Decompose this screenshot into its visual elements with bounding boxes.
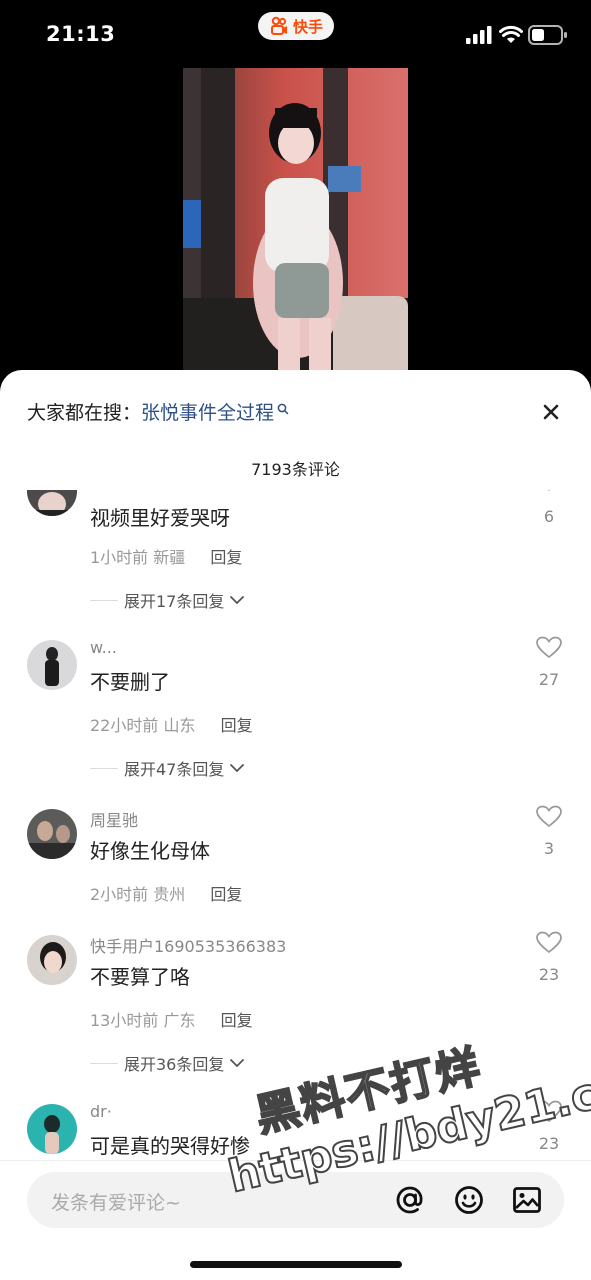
- comment-username[interactable]: 快手用户1690535366383: [90, 933, 286, 957]
- battery-icon: [528, 25, 567, 45]
- avatar-image: [27, 640, 77, 690]
- video-preview[interactable]: [183, 68, 408, 380]
- comment-meta: 2小时前 贵州 回复: [90, 881, 242, 905]
- avatar-image: [27, 490, 77, 516]
- like-count: 23: [538, 965, 560, 984]
- comment-location: 广东: [163, 1011, 196, 1030]
- comment-location: 新疆: [153, 548, 186, 567]
- like-icon[interactable]: [535, 805, 563, 829]
- comment-username[interactable]: 周星驰: [90, 807, 138, 831]
- avatar-image: [27, 935, 77, 985]
- video-frame-image: [183, 68, 408, 380]
- comment-time: 13小时前: [90, 1011, 159, 1030]
- divider: [90, 767, 118, 769]
- search-icon: [277, 403, 289, 414]
- divider: [90, 599, 118, 601]
- like-count: 6: [543, 507, 555, 526]
- expand-replies-label: 展开36条回复: [124, 1055, 225, 1074]
- divider: [90, 1062, 118, 1064]
- search-suggestion-term[interactable]: 张悦事件全过程: [141, 398, 274, 425]
- like-icon[interactable]: [535, 490, 563, 494]
- comment-list[interactable]: 视频里好爱哭呀 1小时前 新疆 回复 展开17条回复 6 w... 不要删了 2…: [0, 490, 591, 1160]
- comment-meta: 22小时前 山东 回复: [90, 712, 253, 736]
- app-name: 快手: [292, 17, 323, 36]
- like-count: 3: [543, 839, 555, 858]
- avatar[interactable]: [27, 640, 77, 690]
- comment-text: 不要删了: [90, 670, 170, 694]
- close-icon: [543, 404, 559, 420]
- reply-button[interactable]: 回复: [210, 885, 242, 904]
- like-count: 23: [538, 1134, 560, 1153]
- avatar[interactable]: [27, 1104, 77, 1154]
- search-suggestion[interactable]: 大家都在搜： 张悦事件全过程: [27, 398, 289, 425]
- comment-meta: 13小时前 广东 回复: [90, 1007, 253, 1031]
- expand-replies-button[interactable]: 展开36条回复: [90, 1051, 245, 1075]
- chevron-down-icon: [230, 1058, 245, 1067]
- emoji-icon[interactable]: [453, 1184, 485, 1216]
- comment-count: 7193条评论: [251, 460, 340, 479]
- like-icon[interactable]: [535, 1100, 563, 1124]
- comment-time: 2小时前: [90, 885, 149, 904]
- app-return-pill[interactable]: 快手: [258, 12, 334, 40]
- comments-sheet: 大家都在搜： 张悦事件全过程 7193条评论 视频里好爱哭呀 1小时前 新疆 回…: [0, 370, 591, 1280]
- comment-time: 22小时前: [90, 716, 159, 735]
- home-indicator: [190, 1261, 402, 1268]
- comment-input-placeholder[interactable]: 发条有爱评论~: [51, 1188, 181, 1215]
- close-button[interactable]: [539, 400, 563, 424]
- chevron-down-icon: [230, 595, 245, 604]
- avatar[interactable]: [27, 935, 77, 985]
- wifi-icon: [499, 25, 523, 43]
- status-bar: 21:13 快手: [0, 0, 591, 68]
- reply-button[interactable]: 回复: [210, 548, 242, 567]
- kuaishou-logo-icon: [270, 16, 287, 35]
- input-divider: [0, 1160, 591, 1161]
- comment-username[interactable]: w...: [90, 638, 117, 657]
- expand-replies-label: 展开47条回复: [124, 760, 225, 779]
- comment-text: 可是真的哭得好惨: [90, 1134, 250, 1158]
- avatar-image: [27, 809, 77, 859]
- comment-meta: 1小时前 新疆 回复: [90, 544, 242, 568]
- comment-username[interactable]: dr·: [90, 1102, 112, 1121]
- expand-replies-button[interactable]: 展开17条回复: [90, 588, 245, 612]
- comment-text: 不要算了咯: [90, 965, 190, 989]
- image-icon[interactable]: [511, 1184, 543, 1216]
- like-icon[interactable]: [535, 931, 563, 955]
- like-count: 27: [538, 670, 560, 689]
- avatar-image: [27, 1104, 77, 1154]
- comment-text: 视频里好爱哭呀: [90, 506, 230, 530]
- avatar[interactable]: [27, 490, 77, 516]
- like-icon[interactable]: [535, 636, 563, 660]
- comment-input-bar[interactable]: 发条有爱评论~: [27, 1172, 564, 1228]
- expand-replies-button[interactable]: 展开47条回复: [90, 756, 245, 780]
- reply-button[interactable]: 回复: [221, 1011, 253, 1030]
- expand-replies-label: 展开17条回复: [124, 592, 225, 611]
- comment-location: 山东: [163, 716, 196, 735]
- avatar[interactable]: [27, 809, 77, 859]
- reply-button[interactable]: 回复: [221, 716, 253, 735]
- search-suggestion-label: 大家都在搜：: [27, 402, 142, 424]
- chevron-down-icon: [230, 763, 245, 772]
- signal-icon: [466, 26, 492, 44]
- comment-text: 好像生化母体: [90, 839, 210, 863]
- comment-location: 贵州: [153, 885, 186, 904]
- comment-time: 1小时前: [90, 548, 149, 567]
- mention-icon[interactable]: [394, 1184, 426, 1216]
- clock: 21:13: [46, 22, 116, 46]
